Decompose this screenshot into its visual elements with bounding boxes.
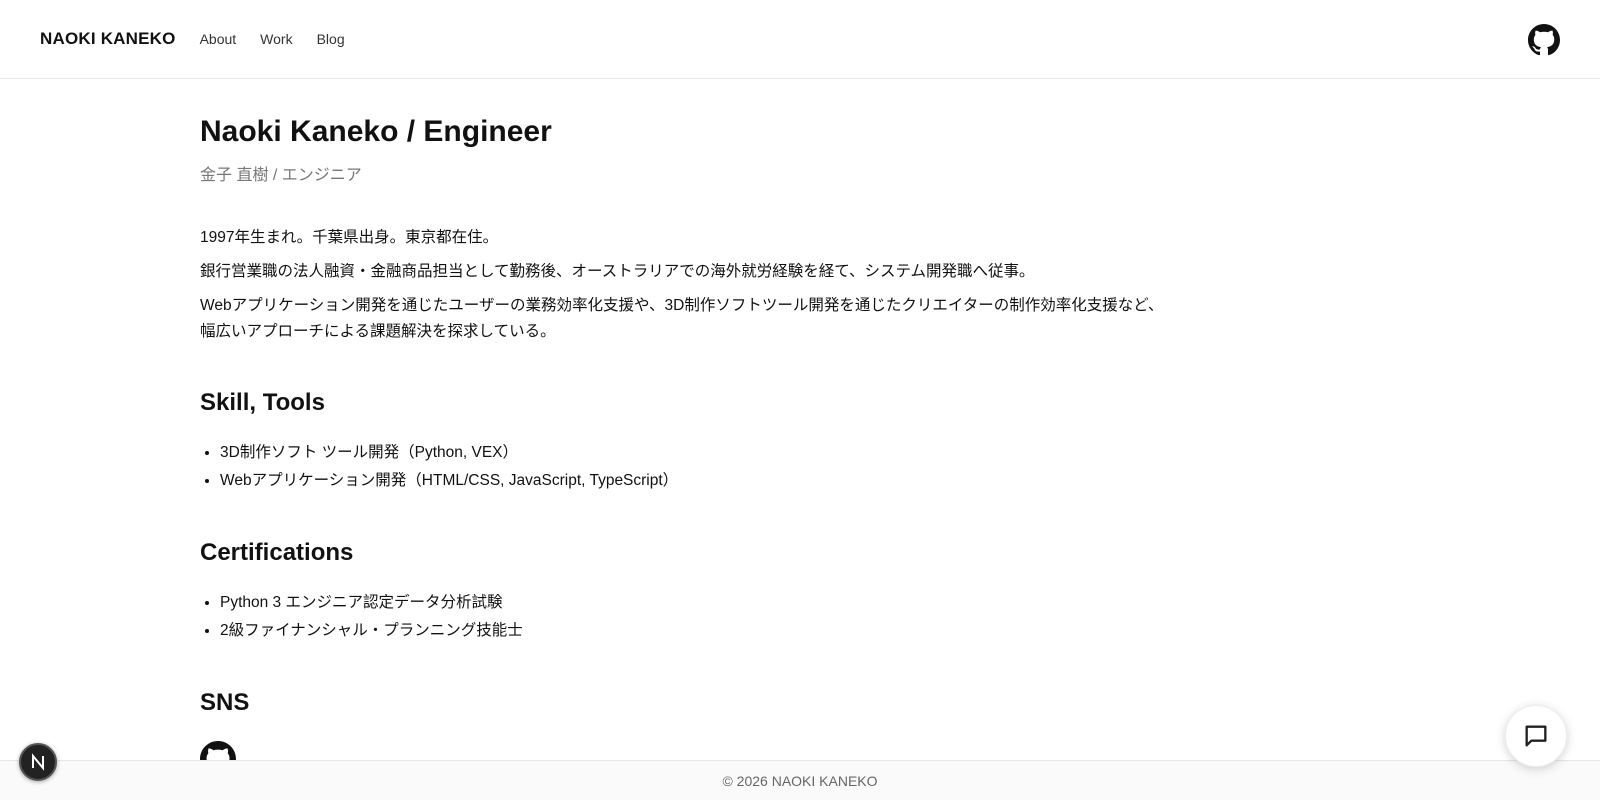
bio-line: 銀行営業職の法人融資・金融商品担当として勤務後、オーストラリアでの海外就労経験を… bbox=[200, 263, 1035, 280]
main-content: Naoki Kaneko / Engineer 金子 直樹 / エンジニア 19… bbox=[200, 79, 1220, 782]
nextjs-dev-badge[interactable] bbox=[19, 743, 57, 781]
certifications-list: Python 3 エンジニア認定データ分析試験 2級ファイナンシャル・プランニン… bbox=[200, 589, 1220, 645]
skills-list: 3D制作ソフト ツール開発（Python, VEX） Webアプリケーション開発… bbox=[200, 439, 1220, 495]
nav-about[interactable]: About bbox=[200, 31, 237, 47]
list-item: Webアプリケーション開発（HTML/CSS, JavaScript, Type… bbox=[220, 467, 1220, 495]
nav-blog[interactable]: Blog bbox=[317, 31, 345, 47]
copyright-text: © 2026 NAOKI KANEKO bbox=[722, 772, 878, 789]
bio-section: 1997年生まれ。千葉県出身。東京都在住。 銀行営業職の法人融資・金融商品担当と… bbox=[200, 225, 1220, 345]
site-brand[interactable]: NAOKI KANEKO bbox=[40, 29, 176, 49]
skills-heading: Skill, Tools bbox=[200, 389, 325, 416]
site-footer: © 2026 NAOKI KANEKO bbox=[0, 760, 1600, 800]
list-item: 2級ファイナンシャル・プランニング技能士 bbox=[220, 617, 1220, 645]
site-header: NAOKI KANEKO About Work Blog bbox=[0, 0, 1600, 79]
bio-line: Webアプリケーション開発を通じたユーザーの業務効率化支援や、3D制作ソフトツー… bbox=[200, 297, 1164, 340]
nav-work[interactable]: Work bbox=[260, 31, 292, 47]
certifications-heading: Certifications bbox=[200, 539, 354, 566]
nextjs-n-icon bbox=[32, 753, 44, 771]
list-item: Python 3 エンジニア認定データ分析試験 bbox=[220, 589, 1220, 617]
chat-button[interactable] bbox=[1505, 705, 1567, 767]
sns-heading: SNS bbox=[200, 689, 250, 716]
page-subtitle: 金子 直樹 / エンジニア bbox=[200, 167, 362, 184]
page-title: Naoki Kaneko / Engineer bbox=[200, 115, 552, 148]
main-nav: About Work Blog bbox=[200, 31, 345, 47]
github-icon[interactable] bbox=[1528, 24, 1560, 56]
chat-bubble-icon bbox=[1525, 725, 1547, 747]
bio-line: 1997年生まれ。千葉県出身。東京都在住。 bbox=[200, 229, 499, 246]
list-item: 3D制作ソフト ツール開発（Python, VEX） bbox=[220, 439, 1220, 467]
